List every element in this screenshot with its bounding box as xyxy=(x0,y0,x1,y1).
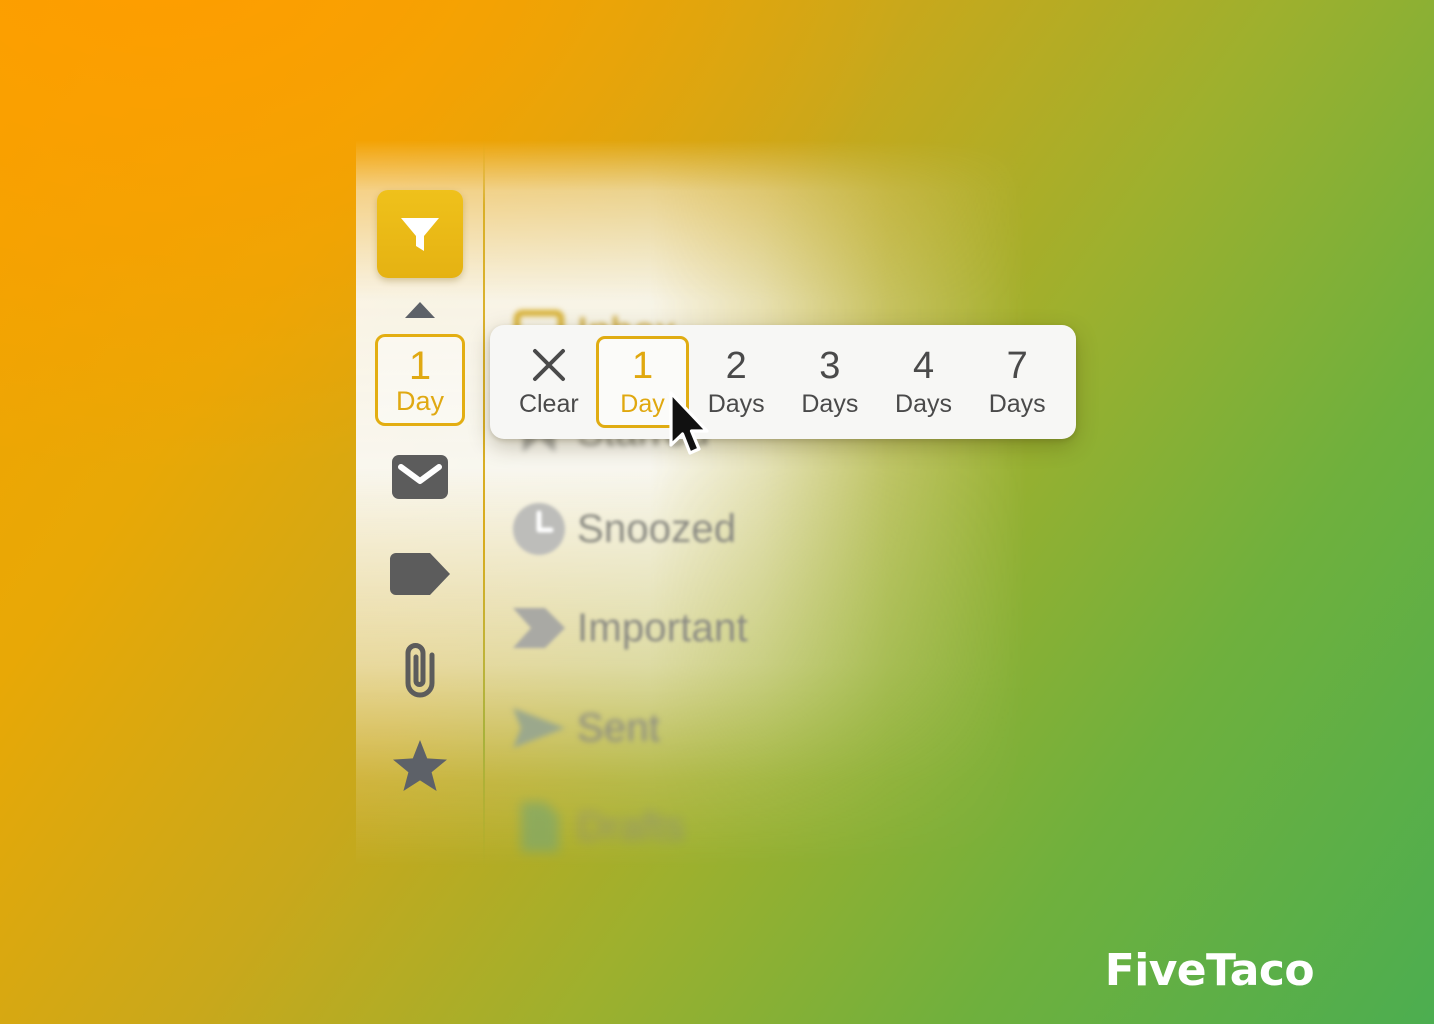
filter-option-7-days[interactable]: 7 Days xyxy=(970,336,1064,428)
mail-panel: Inbox Starred Snoozed xyxy=(356,140,1056,868)
chevron-flag-icon xyxy=(501,606,577,650)
chip-number: 1 xyxy=(408,343,432,388)
filter-button[interactable] xyxy=(377,190,463,278)
funnel-icon xyxy=(397,211,443,257)
rail-item-unread[interactable] xyxy=(385,444,455,514)
folder-label: Snoozed xyxy=(577,506,737,551)
clear-filter-button[interactable]: Clear xyxy=(502,336,596,428)
caret-up-icon xyxy=(404,302,435,318)
filter-option-4-days[interactable]: 4 Days xyxy=(877,336,971,428)
option-label: Days xyxy=(895,390,952,418)
paperclip-icon xyxy=(395,640,445,703)
filter-rail: 1 Day xyxy=(356,140,483,868)
close-icon xyxy=(531,347,567,385)
tag-icon xyxy=(389,552,451,601)
option-number: 2 xyxy=(725,345,747,387)
filter-option-2-days[interactable]: 2 Days xyxy=(689,336,783,428)
folder-row-snoozed[interactable]: Snoozed xyxy=(501,492,1056,566)
rail-item-starred[interactable] xyxy=(385,733,455,803)
send-icon xyxy=(501,706,577,750)
option-number: 1 xyxy=(631,345,654,387)
rail-item-attachment[interactable] xyxy=(385,636,455,706)
folder-label: Sent xyxy=(577,705,661,750)
folder-label: Important xyxy=(577,605,748,650)
option-label: Days xyxy=(707,390,765,418)
rail-divider xyxy=(483,140,485,868)
brand-logo: FiveTaco xyxy=(1104,945,1315,996)
option-label: Days xyxy=(801,390,859,418)
option-label: Days xyxy=(988,390,1046,418)
folder-list: Inbox Starred Snoozed xyxy=(501,140,1056,868)
chip-unit: Day xyxy=(395,385,444,416)
option-label: Day xyxy=(620,390,665,418)
day-filter-popup: Clear 1 Day 2 Days 3 Days 4 Days 7 Days xyxy=(490,325,1076,439)
filter-option-1-day[interactable]: 1 Day xyxy=(595,336,690,428)
option-number: 7 xyxy=(1006,345,1028,387)
rail-item-label[interactable] xyxy=(385,541,455,611)
clock-icon xyxy=(501,502,577,556)
option-number: 4 xyxy=(912,345,935,387)
folder-row-important[interactable]: Important xyxy=(501,591,1056,665)
mail-icon xyxy=(391,454,449,505)
folder-label: Drafts xyxy=(577,804,685,849)
star-icon xyxy=(392,739,448,798)
option-number: 3 xyxy=(819,345,841,387)
active-filter-chip[interactable]: 1 Day xyxy=(375,334,465,426)
filter-option-3-days[interactable]: 3 Days xyxy=(783,336,877,428)
document-icon xyxy=(501,800,577,854)
folder-row-drafts[interactable]: Drafts xyxy=(501,790,1056,864)
clear-label: Clear xyxy=(518,390,579,419)
app-background: Inbox Starred Snoozed xyxy=(0,0,1434,1024)
folder-row-sent[interactable]: Sent xyxy=(501,691,1056,765)
